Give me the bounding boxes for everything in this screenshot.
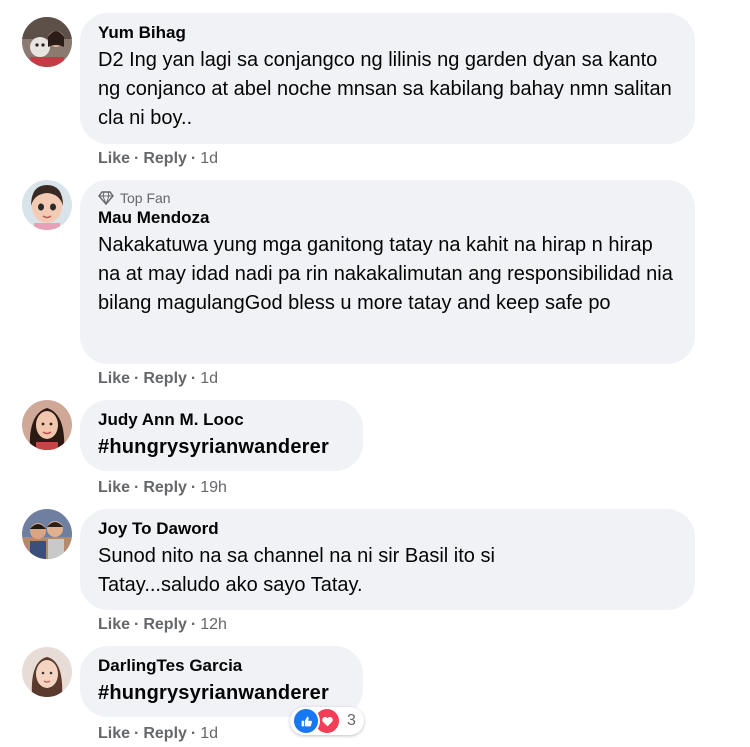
avatar[interactable] — [22, 400, 72, 450]
separator: · — [134, 370, 140, 387]
separator: · — [134, 150, 140, 167]
comment-text: D2 Ing yan lagi sa conjangco ng lilinis … — [98, 49, 672, 129]
comment-actions: Like · Reply · 12h — [98, 615, 227, 635]
comment-text: Sunod nito na sa channel na ni sir Basil… — [98, 545, 495, 596]
reply-button[interactable]: Reply — [143, 369, 187, 389]
hashtag-link[interactable]: #hungrysyrianwanderer — [98, 433, 345, 462]
reply-button[interactable]: Reply — [143, 724, 187, 744]
like-button[interactable]: Like — [98, 149, 130, 169]
reply-button[interactable]: Reply — [143, 149, 187, 169]
avatar[interactable] — [22, 647, 72, 697]
separator: · — [190, 479, 197, 496]
separator: · — [134, 725, 140, 742]
comment-author[interactable]: Mau Mendoza — [98, 207, 677, 229]
badge-label: Top Fan — [120, 190, 171, 206]
hashtag-link[interactable]: #hungrysyrianwanderer — [98, 679, 345, 708]
comment-timestamp[interactable]: 1d — [200, 149, 218, 169]
comment-timestamp[interactable]: 12h — [200, 615, 227, 635]
separator: · — [190, 725, 197, 742]
comment-actions: Like · Reply · 19h — [98, 478, 227, 498]
separator: · — [190, 370, 197, 387]
comment-bubble: Yum Bihag D2 Ing yan lagi sa conjangco n… — [80, 13, 695, 144]
like-button[interactable]: Like — [98, 615, 130, 635]
reaction-count: 3 — [347, 712, 356, 729]
separator: · — [190, 616, 197, 633]
reactions-summary[interactable]: 3 — [290, 707, 364, 735]
separator: · — [190, 150, 197, 167]
comment-text: Nakakatuwa yung mga ganitong tatay na ka… — [98, 234, 673, 314]
comment-actions: Like · Reply · 1d — [98, 724, 218, 744]
reply-button[interactable]: Reply — [143, 615, 187, 635]
comment-actions: Like · Reply · 1d — [98, 149, 218, 169]
comment-author[interactable]: Joy To Daword — [98, 518, 677, 540]
comment-author[interactable]: DarlingTes Garcia — [98, 655, 345, 677]
avatar[interactable] — [22, 509, 72, 559]
avatar[interactable] — [22, 180, 72, 230]
comment-actions: Like · Reply · 1d — [98, 369, 218, 389]
comment-bubble: Top Fan Mau Mendoza Nakakatuwa yung mga … — [80, 180, 695, 364]
top-fan-badge: Top Fan — [98, 189, 677, 207]
comment-author[interactable]: Judy Ann M. Looc — [98, 409, 345, 431]
separator: · — [134, 616, 140, 633]
comment-timestamp[interactable]: 1d — [200, 369, 218, 389]
comment-timestamp[interactable]: 19h — [200, 478, 227, 498]
comment-bubble: Joy To Daword Sunod nito na sa channel n… — [80, 509, 695, 610]
comment-author[interactable]: Yum Bihag — [98, 22, 677, 44]
like-icon — [292, 707, 320, 735]
reply-button[interactable]: Reply — [143, 478, 187, 498]
avatar[interactable] — [22, 17, 72, 67]
like-button[interactable]: Like — [98, 369, 130, 389]
diamond-icon — [98, 191, 114, 206]
like-button[interactable]: Like — [98, 724, 130, 744]
comment-timestamp[interactable]: 1d — [200, 724, 218, 744]
separator: · — [134, 479, 140, 496]
comment-bubble: Judy Ann M. Looc #hungrysyrianwanderer — [80, 400, 363, 471]
like-button[interactable]: Like — [98, 478, 130, 498]
